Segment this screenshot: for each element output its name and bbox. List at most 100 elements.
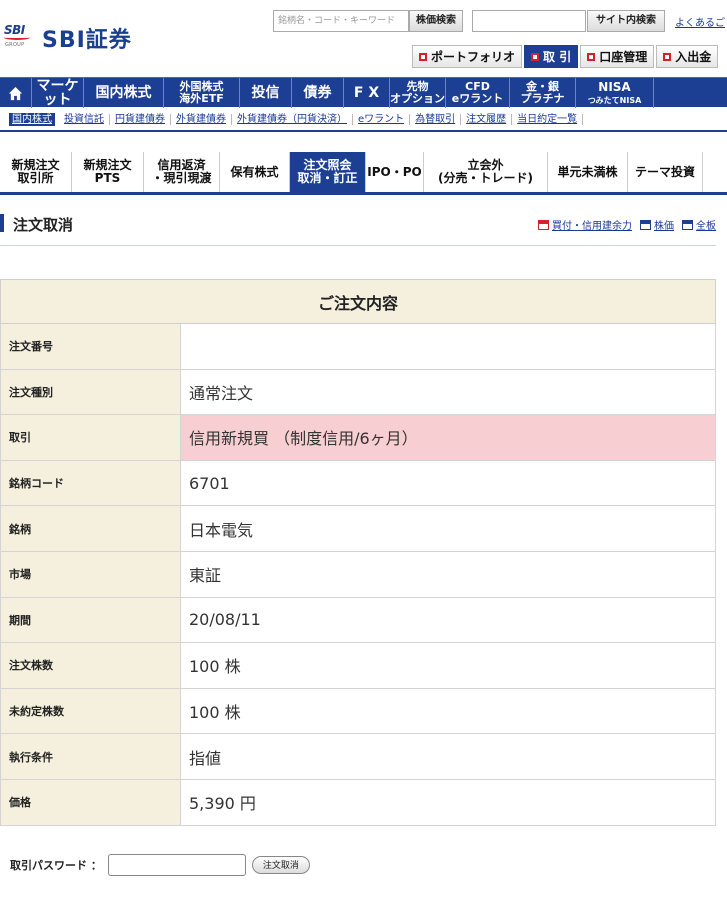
subnav-item-7[interactable]: 注文履歴 [461,113,513,125]
table-row: 注文種別 通常注文 [0,368,716,416]
mainnav-item-label: CFD eワラント [452,81,503,104]
title-accent-bar [0,214,4,232]
row-label: 未約定株数 [0,687,181,735]
tab-line1: 保有株式 [230,164,279,179]
window-icon [682,219,693,230]
subnav-item-0[interactable]: 国内株式 [9,112,55,126]
password-row: 取引パスワード ： 注文取消 [10,854,310,876]
page-title: 注文取消 [13,216,74,234]
trade-password-input[interactable] [107,854,246,876]
main-nav: マーケット 国内株式 外国株式 海外ETF 投信 債券 F X 先物 オプション CFD eワラント… [0,77,727,108]
tab-label: IPO・PO [367,165,421,179]
table-row: 期間 20/08/11 [0,596,716,644]
mainnav-item-label: 投信 [251,85,280,101]
subnav-item-1[interactable]: 投資信託 [59,113,110,125]
tab-line2: (分売・トレード) [438,171,533,185]
mainnav-item-8[interactable]: 金・銀 プラチナ [510,78,576,108]
mainnav-item-label: NISA つみたてNISA [588,81,642,105]
page-link-2[interactable]: 全板 [682,217,716,232]
faq-link[interactable]: よくあるご [675,14,725,29]
page-link-1[interactable]: 株価 [640,217,674,232]
house-icon [8,86,23,100]
page-link-label: 全板 [696,221,716,232]
page-link-0[interactable]: 買付・信用建余力 [538,217,632,232]
tab-4[interactable]: 注文照会 取消・訂正 [290,152,366,192]
mainnav-line1: NISA [598,79,631,94]
row-label: 市場 [0,550,181,598]
subnav-item-5[interactable]: eワラント [353,113,411,125]
sbi-logo[interactable]: SBI GROUP SBI証券 [4,22,132,54]
tab-5[interactable]: IPO・PO [366,152,424,192]
table-row: 注文番号 [0,323,716,370]
table-row: 執行条件 指値 [0,733,716,780]
tab-2[interactable]: 信用返済 ・現引現渡 [144,152,220,192]
row-label: 取引 [0,414,181,461]
mainnav-item-3[interactable]: 投信 [240,78,292,108]
mainnav-item-label: F X [353,85,380,101]
row-label: 期間 [0,596,181,644]
tab-6[interactable]: 立会外 (分売・トレード) [424,152,548,192]
tab-line1: テーマ投資 [634,164,695,179]
tab-label: 新規注文 PTS [83,159,131,184]
mainnav-line2: オプション [390,92,445,105]
topnav-item-label: ポートフォリオ [431,50,516,64]
row-value: 100 株 [180,687,716,735]
subnav-item-6[interactable]: 為替取引 [410,113,462,125]
row-value: 東証 [180,550,716,598]
row-value: 指値 [180,733,716,780]
subnav-item-4[interactable]: 外貨建債券（円貨決済） [232,113,353,125]
topnav-item-label: 入出金 [675,50,712,64]
mainnav-item-1[interactable]: 国内株式 [84,78,164,108]
cancel-order-button[interactable]: 注文取消 [251,856,310,874]
row-label: 銘柄 [0,505,181,552]
mainnav-line2: つみたてNISA [587,95,642,105]
row-value: 日本電気 [180,505,716,552]
page-link-label: 買付・信用建余力 [552,221,632,232]
tab-7[interactable]: 単元未満株 [548,152,628,192]
mainnav-item-0[interactable]: マーケット [32,78,84,108]
site-search-button[interactable]: サイト内検索 [587,10,665,32]
tab-3[interactable]: 保有株式 [220,152,290,192]
mainnav-line2: プラチナ [520,92,565,105]
topnav-item-0[interactable]: ポートフォリオ [412,45,523,68]
table-row: 注文株数 100 株 [0,642,716,689]
order-detail-table: ご注文内容 注文番号 注文種別 通常注文 取引 信用新規買 （制度信用/6ヶ月） 銘柄コー… [0,279,716,826]
mainnav-item-9[interactable]: NISA つみたてNISA [576,78,654,108]
topnav-item-2[interactable]: 口座管理 [580,45,655,68]
mainnav-item-5[interactable]: F X [344,78,390,108]
tab-line1: 単元未満株 [557,164,618,179]
square-bullet-icon [587,52,596,61]
site-search-input[interactable] [472,10,586,32]
tab-0[interactable]: 新規注文 取引所 [0,152,72,192]
window-icon [538,219,549,230]
row-label: 注文種別 [0,368,181,416]
mainnav-item-7[interactable]: CFD eワラント [446,78,510,108]
tab-label: 信用返済 ・現引現渡 [151,159,211,184]
topnav-item-1[interactable]: 取 引 [524,45,579,68]
table-row: 銘柄コード 6701 [0,459,716,507]
stock-search-button[interactable]: 株価検索 [409,10,463,32]
topnav-item-3[interactable]: 入出金 [656,45,719,68]
mainnav-item-6[interactable]: 先物 オプション [390,78,446,108]
mainnav-item-label: 債券 [303,85,332,101]
tab-label: 注文照会 取消・訂正 [297,159,357,184]
mainnav-item-4[interactable]: 債券 [292,78,344,108]
trade-tabs: 新規注文 取引所 新規注文 PTS 信用返済 ・現引現渡 保有株式 注文照会 取消・訂正 IPO・… [0,152,727,195]
home-icon[interactable] [0,78,32,108]
square-bullet-icon [663,52,672,61]
subnav-item-3[interactable]: 外貨建債券 [171,113,232,125]
tab-8[interactable]: テーマ投資 [628,152,703,192]
mainnav-item-label: マーケット [36,78,79,108]
row-value: 100 株 [180,642,716,689]
logo-group-text: GROUP [5,42,25,48]
topnav-item-label: 口座管理 [599,50,648,64]
tab-1[interactable]: 新規注文 PTS [72,152,144,192]
row-value [180,323,716,370]
mainnav-item-2[interactable]: 外国株式 海外ETF [164,78,240,108]
tab-line2: 取引所 [17,171,54,185]
subnav-item-2[interactable]: 円貨建債券 [110,113,171,125]
table-row: 銘柄 日本電気 [0,505,716,552]
topnav-item-label: 取 引 [543,50,572,64]
subnav-item-8[interactable]: 当日約定一覧 [512,113,584,125]
stock-search-input[interactable]: 銘柄名・コード・キーワード [273,10,409,32]
